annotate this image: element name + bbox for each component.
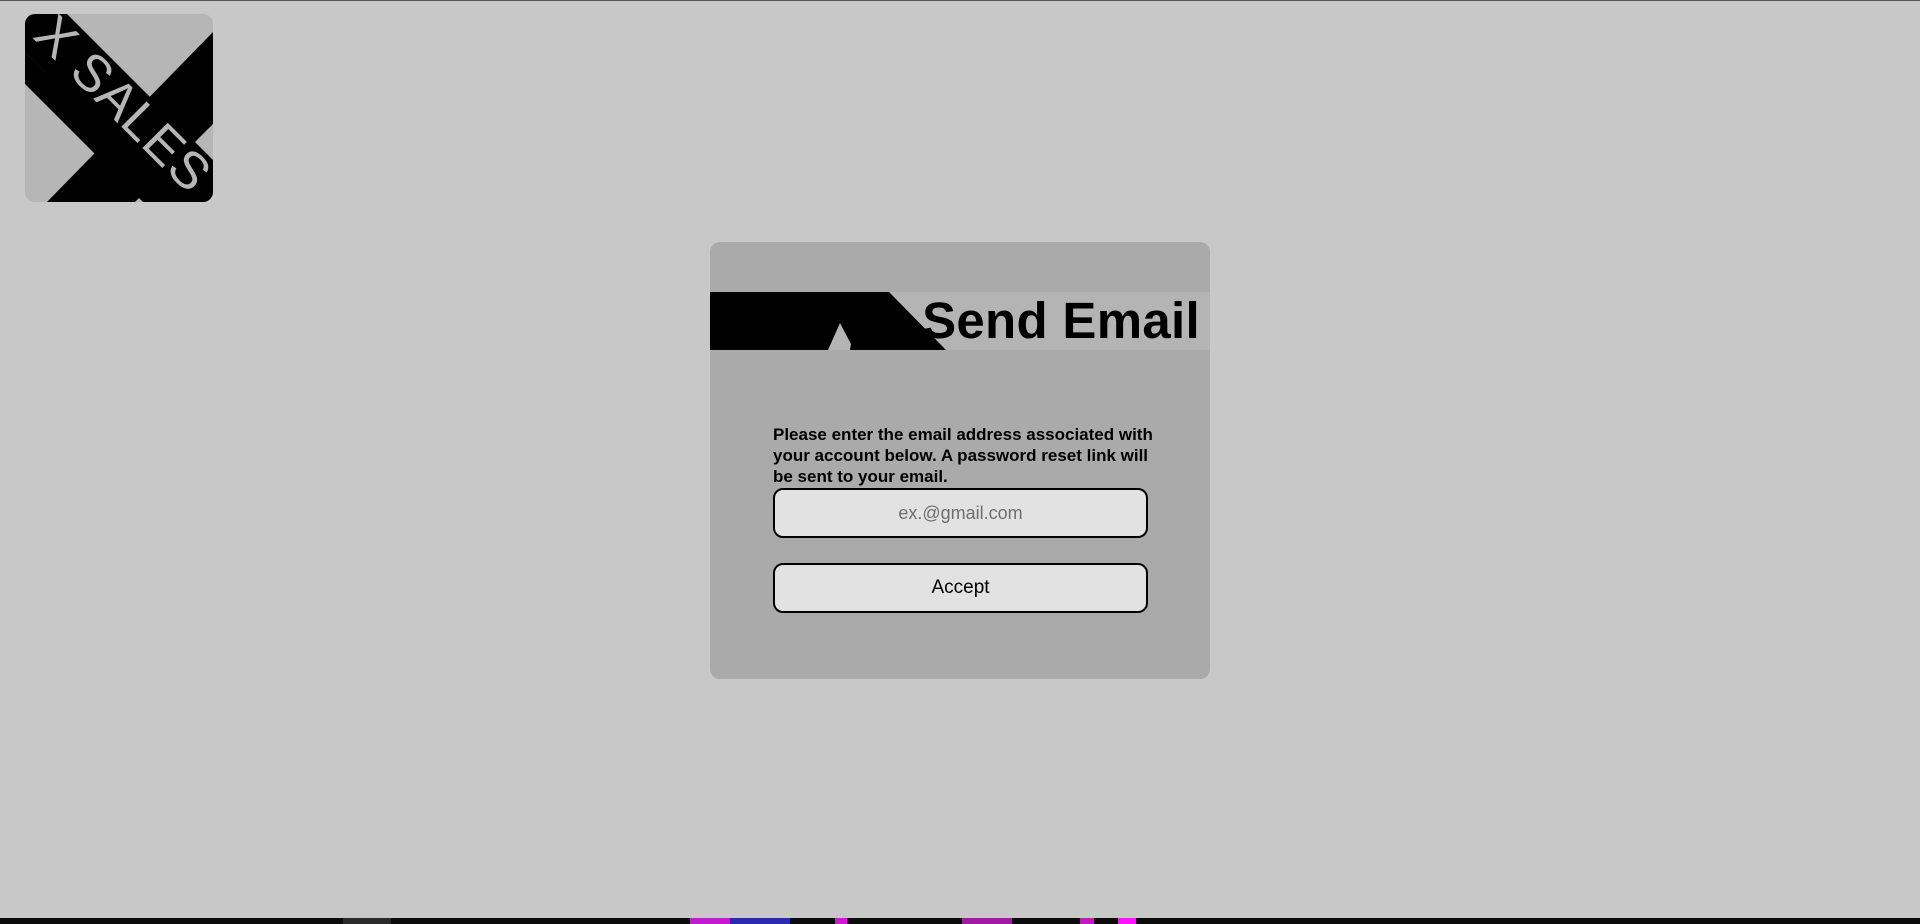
instructions-text: Please enter the email address associate…	[773, 425, 1153, 486]
send-email-card: Send Email Please enter the email addres…	[710, 242, 1210, 679]
accept-button[interactable]: Accept	[773, 563, 1148, 613]
email-field[interactable]	[773, 488, 1148, 538]
background-bottom-strip	[0, 918, 1920, 924]
page-title: Send Email	[922, 292, 1200, 349]
card-header-band: Send Email	[710, 292, 1210, 350]
x-sales-logo[interactable]: X SALES	[25, 14, 213, 202]
header-decoration	[710, 292, 946, 350]
logo-graphic: X SALES	[25, 14, 213, 202]
window-top-border	[0, 0, 1920, 1]
